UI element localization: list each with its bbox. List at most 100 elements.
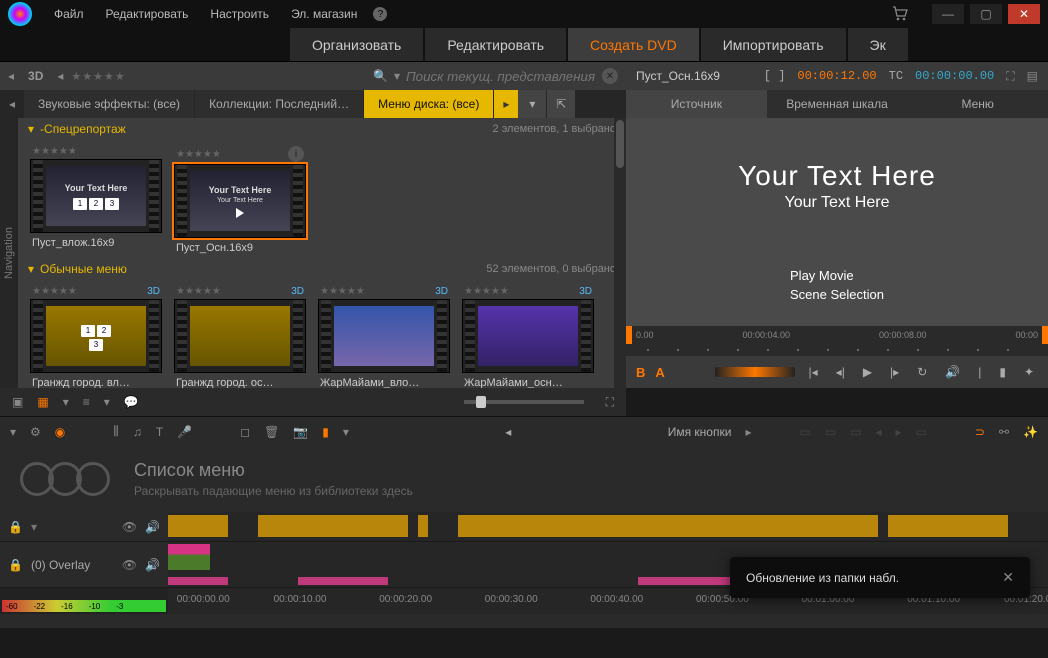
eye-icon[interactable]: 👁 [122, 520, 137, 534]
toast-close-icon[interactable]: ✕ [1002, 569, 1014, 586]
zoom-slider[interactable] [464, 400, 584, 404]
tl-snapshot-icon[interactable]: 📷 [293, 425, 308, 439]
lib-tab-sfx[interactable]: Звуковые эффекты: (все) [24, 90, 194, 118]
rating-filter[interactable]: ★★★★★ [71, 70, 125, 83]
tl-marker-icon[interactable]: ▮ [322, 425, 329, 439]
expand-icon[interactable]: ⛶ [604, 393, 616, 412]
tl-magnet-icon[interactable]: ⊃ [975, 425, 985, 439]
fullscreen-icon[interactable]: ▤ [1027, 69, 1038, 83]
thumb-item[interactable]: ★★★★★3D ЖарМайами_осн… [462, 286, 594, 388]
navigation-sidebar[interactable]: Navigation [0, 118, 18, 388]
3d-label[interactable]: 3D [22, 69, 49, 83]
view-dropdown2-icon[interactable]: ▾ [102, 393, 112, 411]
tag-icon[interactable]: ◂ [57, 69, 63, 83]
pin-tab-icon[interactable]: ⇱ [547, 90, 575, 118]
tl-button-prev-icon[interactable]: ◂ [505, 425, 511, 439]
thumb-item[interactable]: ★★★★★3D ЖарМайами_вло… [318, 286, 450, 388]
tab-edit[interactable]: Редактировать [425, 28, 566, 61]
tl-tool5-icon[interactable]: ▸ [896, 425, 902, 439]
view-bin-icon[interactable]: ▣ [10, 393, 25, 411]
menu-file[interactable]: Файл [44, 3, 94, 25]
lib-tab-collections[interactable]: Коллекции: Последний… [195, 90, 363, 118]
track-header[interactable]: 🔒 ▾ 👁 🔊 [0, 512, 168, 541]
track-header[interactable]: 🔒 (0) Overlay 👁 🔊 [0, 542, 168, 587]
tl-marker-dd-icon[interactable]: ▾ [343, 425, 349, 439]
clear-search-icon[interactable]: ✕ [602, 68, 618, 84]
dropdown-icon[interactable]: ▾ [394, 69, 400, 83]
view-dropdown-icon[interactable]: ▾ [61, 393, 71, 411]
maximize-button[interactable]: ▢ [970, 4, 1002, 24]
step-back-icon[interactable]: ◂| [832, 363, 849, 381]
tl-collapse-icon[interactable]: ▾ [10, 425, 16, 439]
preview-ruler[interactable]: 0.00 00:00:04.00 00:00:08.00 00:00 [626, 326, 1048, 344]
minimize-button[interactable]: — [932, 4, 964, 24]
group-header[interactable]: ▾Обычные меню 52 элементов, 0 выбрано [18, 258, 626, 280]
tl-title-icon[interactable]: T [156, 425, 163, 439]
popout-icon[interactable]: ⛶ [1006, 69, 1014, 84]
tab-import[interactable]: Импортировать [701, 28, 846, 61]
clip-bar[interactable] [168, 515, 228, 537]
lock-icon[interactable]: 🔒 [8, 520, 23, 534]
tl-razor-icon[interactable]: ◻ [240, 425, 250, 439]
audio-bar[interactable] [168, 577, 228, 585]
tl-wand-icon[interactable]: ✨ [1023, 425, 1038, 439]
help-icon[interactable]: ? [373, 7, 387, 21]
lock-icon[interactable]: 🔒 [8, 558, 23, 572]
info-icon[interactable]: i [288, 146, 304, 162]
tl-voiceover-icon[interactable]: 🎤 [177, 425, 192, 439]
marker-icon[interactable]: ▮ [995, 363, 1010, 381]
settings-icon[interactable]: ✦ [1020, 363, 1038, 381]
tl-gear-icon[interactable]: ⚙ [30, 425, 41, 439]
search-input[interactable] [406, 69, 596, 84]
tl-button-next-icon[interactable]: ▸ [745, 425, 751, 439]
src-tab-source[interactable]: Источник [626, 90, 767, 118]
menu-edit[interactable]: Редактировать [96, 3, 199, 25]
tl-music-icon[interactable]: ♫ [133, 425, 142, 439]
tl-trash-icon[interactable]: 🗑 [264, 425, 279, 439]
in-marker[interactable] [626, 326, 632, 344]
tl-disc-icon[interactable]: ◉ [55, 425, 65, 439]
cart-icon[interactable] [892, 6, 908, 22]
clip-bar[interactable] [458, 515, 878, 537]
marker-a-label[interactable]: A [655, 365, 664, 380]
track-body[interactable] [168, 512, 1048, 541]
tabs-next-icon[interactable]: ▸ [494, 90, 518, 118]
thumb-item[interactable]: ★★★★★3D 123 Гранжд город. вл… [30, 286, 162, 388]
clip-bar[interactable] [258, 515, 408, 537]
src-tab-menu[interactable]: Меню [907, 90, 1048, 118]
group-header[interactable]: ▾-Спецрепортаж 2 элементов, 1 выбрано [18, 118, 626, 140]
thumb-item[interactable]: ★★★★★ Your Text Here 123 Пуст_влож.16x9 [30, 146, 162, 254]
marker-b-label[interactable]: B [636, 365, 645, 380]
audio-bar[interactable] [298, 577, 388, 585]
tl-tool6-icon[interactable]: ▭ [916, 425, 927, 439]
view-grid-icon[interactable]: ▦ [35, 393, 50, 411]
shuttle-slider[interactable] [715, 367, 795, 377]
menu-eshop[interactable]: Эл. магазин [281, 3, 367, 25]
add-tab-icon[interactable]: ▾ [518, 90, 546, 118]
lib-tab-disc-menu[interactable]: Меню диска: (все) [364, 90, 493, 118]
menu-setup[interactable]: Настроить [200, 3, 279, 25]
tab-export[interactable]: Эк [848, 28, 908, 61]
clip-bar[interactable] [418, 515, 428, 537]
speaker-icon[interactable]: 🔊 [145, 520, 160, 534]
clip-bar[interactable] [168, 544, 210, 570]
tabs-prev-icon[interactable]: ◂ [0, 90, 24, 118]
tl-tool3-icon[interactable]: ▭ [850, 425, 861, 439]
close-button[interactable]: ✕ [1008, 4, 1040, 24]
view-comment-icon[interactable]: 💬 [122, 393, 141, 411]
tab-organize[interactable]: Организовать [290, 28, 423, 61]
goto-start-icon[interactable]: |◂ [805, 363, 822, 381]
collapse-icon[interactable]: ◂ [8, 69, 14, 83]
eye-icon[interactable]: 👁 [122, 558, 137, 572]
tl-tool4-icon[interactable]: ◂ [876, 425, 882, 439]
search-icon[interactable]: 🔍 [373, 69, 388, 83]
thumb-item[interactable]: ★★★★★3D Гранжд город. ос… [174, 286, 306, 388]
mute-icon[interactable]: | [974, 363, 985, 381]
clip-bar[interactable] [888, 515, 1008, 537]
speaker-icon[interactable]: 🔊 [145, 558, 160, 572]
loop-icon[interactable]: ↻ [913, 363, 931, 381]
library-scrollbar[interactable] [614, 118, 626, 388]
out-marker[interactable] [1042, 326, 1048, 344]
track-collapse-icon[interactable]: ▾ [31, 520, 37, 534]
play-icon[interactable]: ▶ [859, 363, 876, 381]
